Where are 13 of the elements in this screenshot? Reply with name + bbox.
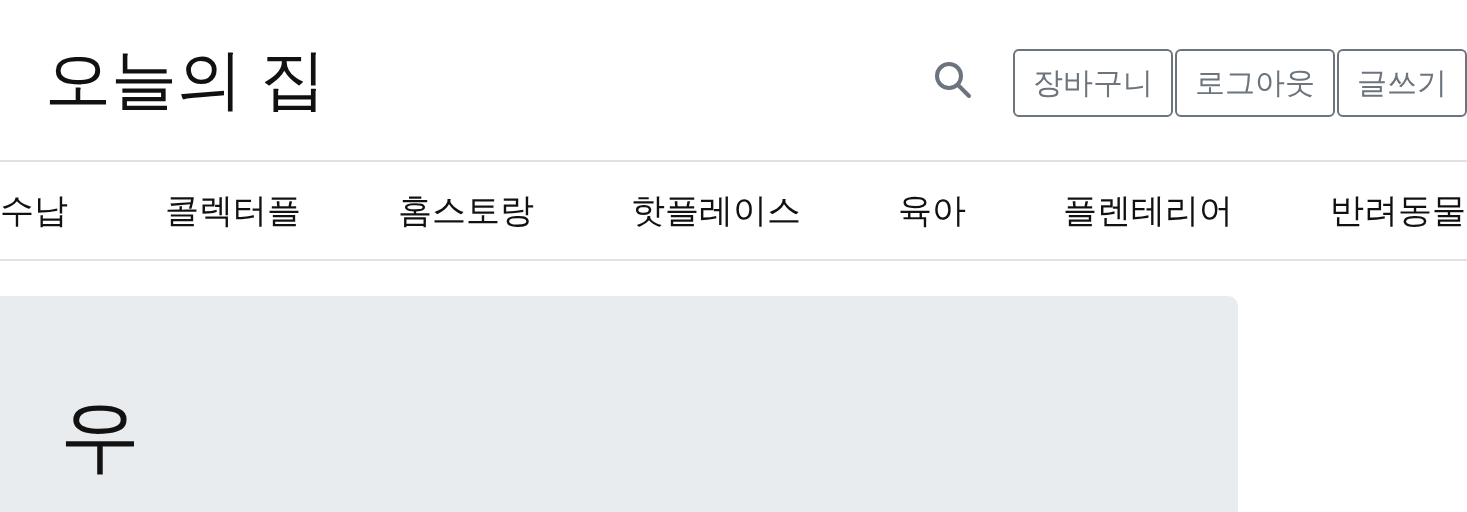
nav-link[interactable]: 핫플레이스 bbox=[631, 187, 801, 234]
nav-link[interactable]: 수납 bbox=[0, 187, 68, 234]
hero-heading: 우 bbox=[60, 392, 140, 480]
header-button[interactable]: 글쓰기 bbox=[1337, 49, 1467, 117]
nav-link[interactable]: 플렌테리어 bbox=[1063, 187, 1233, 234]
site-logo[interactable]: 오늘의 집 bbox=[45, 35, 326, 125]
header-button[interactable]: 로그아웃 bbox=[1175, 49, 1335, 117]
nav-link[interactable]: 반려동물 bbox=[1330, 187, 1466, 234]
nav-link[interactable]: 육아 bbox=[898, 187, 966, 234]
nav-link[interactable]: 콜렉터플 bbox=[165, 187, 301, 234]
nav-link[interactable]: 홈스토랑 bbox=[398, 187, 534, 234]
search-icon[interactable] bbox=[933, 60, 973, 100]
header-button[interactable]: 장바구니 bbox=[1013, 49, 1173, 117]
